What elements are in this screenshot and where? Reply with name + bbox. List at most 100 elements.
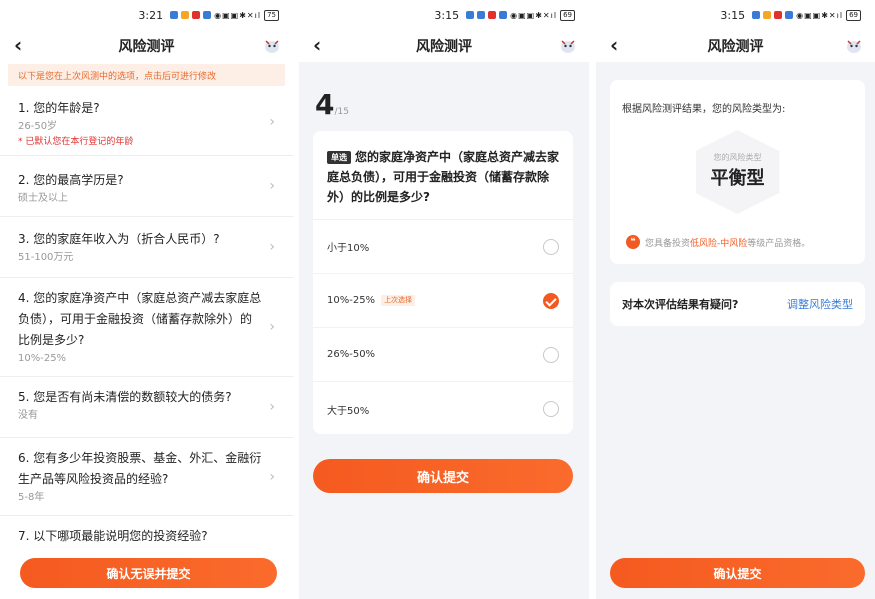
status-time: 3:21 (138, 8, 164, 22)
adjust-risk-type-link[interactable]: 调整风险类型 (787, 296, 853, 312)
question-title: 7. 以下哪项最能说明您的投资经验? (18, 529, 208, 543)
radio-icon[interactable] (543, 238, 559, 255)
chevron-right-icon: › (269, 319, 275, 335)
chevron-right-icon: › (269, 468, 275, 485)
app-icon (488, 11, 497, 19)
battery-icon: 69 (560, 9, 575, 21)
status-bar: 3:15 ◉▣▣✱✕ıl 69 (596, 0, 875, 30)
signal-icon: ◉▣▣✱✕ıl (214, 10, 262, 20)
question-answer: 51-100万元 (18, 252, 74, 263)
mascot-icon[interactable] (559, 38, 577, 54)
page-title: 风险测评 (707, 39, 764, 55)
risk-type-badge: 您的风险类型 平衡型 (695, 130, 780, 214)
chevron-left-icon[interactable]: ‹ (313, 35, 321, 55)
signal-icon: ◉▣▣✱✕ıl (796, 10, 844, 20)
option-item[interactable]: 10%-25% 上次选择 (313, 274, 573, 328)
app-icon (785, 11, 794, 19)
app-icon (499, 11, 508, 19)
page-title: 风险测评 (416, 39, 472, 55)
notice-banner: 以下是您在上次风测中的选项，点击后可进行修改 (8, 64, 285, 86)
signal-icon: ◉▣▣✱✕ıl (510, 10, 558, 20)
question-progress: 4/15 (315, 88, 349, 121)
screen-result: 3:15 ◉▣▣✱✕ıl 69 ‹ 风险测评 根据风险测评结果，您的风险类型为:… (596, 0, 875, 599)
question-item[interactable]: 3. 您的家庭年收入为（折合人民币）? 51-100万元 › (0, 217, 293, 278)
app-icon (752, 11, 761, 19)
app-icon (170, 11, 179, 19)
chevron-right-icon: › (269, 239, 275, 255)
question-text: 您的家庭净资产中（家庭总资产减去家庭总负债），可用于金融投资（储蓄存款除外）的比… (327, 150, 560, 204)
question-title: 2. 您的最高学历是? (18, 173, 124, 187)
question-title: 1. 您的年龄是? (18, 101, 100, 115)
desc-prefix: 您具备投资 (645, 238, 691, 249)
option-label: 26%-50% (327, 349, 376, 360)
chevron-right-icon: › (269, 399, 275, 415)
mascot-icon[interactable] (263, 38, 281, 54)
option-label: 大于50% (327, 405, 370, 417)
app-icon (763, 11, 772, 19)
result-card: 根据风险测评结果，您的风险类型为: 您的风险类型 平衡型 ❝ 您具备投资 低风险-… (610, 80, 865, 264)
chevron-left-icon[interactable]: ‹ (610, 35, 618, 55)
option-label: 10%-25% (327, 295, 376, 306)
app-icon (203, 11, 212, 19)
status-time: 3:15 (434, 8, 460, 22)
option-item[interactable]: 小于10% (313, 220, 573, 274)
question-item[interactable]: 6. 您有多少年投资股票、基金、外汇、金融衍生产品等风险投资品的经验? 5-8年… (0, 438, 293, 516)
question-list: 1. 您的年龄是? 26-50岁 * 已默认您在本行登记的年龄 › 2. 您的最… (0, 88, 293, 556)
risk-type: 平衡型 (710, 168, 765, 189)
question-answer: 没有 (18, 410, 38, 421)
question-title: 4. 您的家庭净资产中（家庭总资产减去家庭总负债），可用于金融投资（储蓄存款除外… (18, 291, 262, 347)
nav-bar: ‹ 风险测评 (596, 30, 875, 62)
badge-label: 您的风险类型 (713, 153, 762, 162)
screen-review-answers: 3:21 ◉▣▣✱✕ıl 75 ‹ 风险测评 以下是您在上次风测中的选项，点击后… (0, 0, 293, 599)
progress-total: /15 (334, 107, 349, 117)
radio-icon[interactable] (543, 346, 559, 363)
status-bar: 3:15 ◉▣▣✱✕ıl 69 (299, 0, 589, 30)
radio-checked-icon[interactable] (543, 292, 559, 309)
question-item[interactable]: 2. 您的最高学历是? 硕士及以上 › (0, 156, 293, 217)
app-icon (466, 11, 475, 19)
status-time: 3:15 (720, 8, 746, 22)
app-icon (192, 11, 201, 19)
question-note: * 已默认您在本行登记的年龄 (18, 137, 134, 147)
confirm-submit-button[interactable]: 确认无误并提交 (20, 558, 277, 588)
progress-current: 4 (315, 88, 335, 121)
doubt-question: 对本次评估结果有疑问? (622, 298, 739, 311)
mascot-icon[interactable] (845, 38, 863, 54)
doubt-row: 对本次评估结果有疑问? 调整风险类型 (610, 282, 865, 326)
app-icon (774, 11, 783, 19)
question-title: 6. 您有多少年投资股票、基金、外汇、金融衍生产品等风险投资品的经验? (18, 451, 262, 486)
battery-icon: 75 (264, 9, 279, 21)
option-item[interactable]: 26%-50% (313, 328, 573, 382)
last-choice-badge: 上次选择 (381, 295, 416, 306)
screen-question: 3:15 ◉▣▣✱✕ıl 69 ‹ 风险测评 4/15 单选 您的家庭净资产中（家… (299, 0, 589, 599)
nav-bar: ‹ 风险测评 (299, 30, 589, 62)
question-card: 单选 您的家庭净资产中（家庭总资产减去家庭总负债），可用于金融投资（储蓄存款除外）… (313, 131, 573, 434)
quote-icon: ❝ (626, 235, 640, 249)
radio-icon[interactable] (543, 401, 559, 417)
status-bar: 3:21 ◉▣▣✱✕ıl 75 (0, 0, 293, 30)
question-item[interactable]: 5. 您是否有尚未清偿的数额较大的债务? 没有 › (0, 377, 293, 438)
question-item[interactable]: 7. 以下哪项最能说明您的投资经验? (0, 516, 293, 556)
chevron-right-icon: › (269, 178, 275, 194)
question-item[interactable]: 1. 您的年龄是? 26-50岁 * 已默认您在本行登记的年龄 › (0, 88, 293, 156)
question-title: 3. 您的家庭年收入为（折合人民币）? (18, 232, 220, 246)
confirm-submit-button[interactable]: 确认提交 (610, 558, 865, 588)
question-answer: 5-8年 (18, 492, 45, 503)
desc-highlight: 低风险-中风险 (690, 238, 748, 249)
question-answer: 10%-25% (18, 353, 67, 364)
question-answer: 硕士及以上 (18, 193, 68, 204)
question-title: 5. 您是否有尚未清偿的数额较大的债务? (18, 390, 232, 404)
nav-bar: ‹ 风险测评 (0, 30, 293, 62)
question-header: 单选 您的家庭净资产中（家庭总资产减去家庭总负债），可用于金融投资（储蓄存款除外）… (313, 131, 573, 220)
confirm-submit-button[interactable]: 确认提交 (313, 459, 573, 493)
question-item[interactable]: 4. 您的家庭净资产中（家庭总资产减去家庭总负债），可用于金融投资（储蓄存款除外… (0, 278, 293, 377)
chevron-left-icon[interactable]: ‹ (14, 35, 22, 55)
chevron-right-icon: › (269, 113, 275, 130)
single-choice-tag: 单选 (327, 151, 351, 164)
app-icon (181, 11, 190, 19)
battery-icon: 69 (846, 9, 861, 21)
app-icon (477, 11, 486, 19)
option-label: 小于10% (327, 243, 370, 254)
option-item[interactable]: 大于50% (313, 382, 573, 436)
result-intro: 根据风险测评结果，您的风险类型为: (622, 104, 786, 115)
